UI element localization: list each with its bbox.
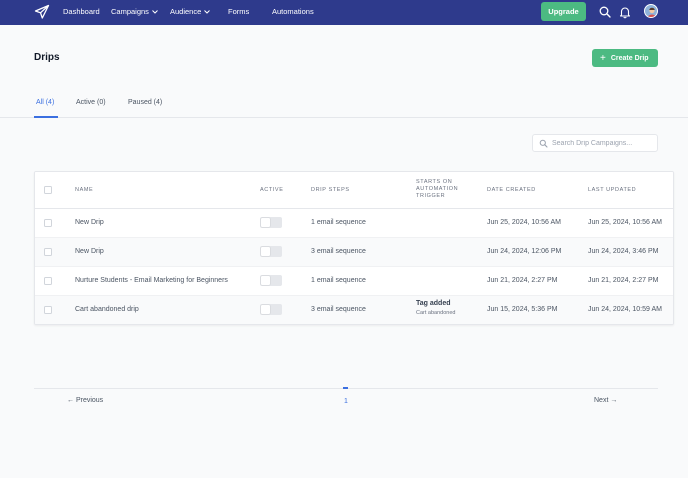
user-avatar-icon <box>645 5 657 17</box>
chevron-down-icon <box>204 1 211 25</box>
active-toggle[interactable] <box>260 246 282 257</box>
tab-all[interactable]: All (4) <box>36 99 54 106</box>
row-checkbox[interactable] <box>44 277 52 285</box>
tab-paused[interactable]: Paused (4) <box>128 99 162 106</box>
toggle-knob <box>261 276 270 285</box>
chevron-down-icon <box>152 1 158 25</box>
drip-steps: 3 email sequence <box>311 248 366 255</box>
search-input[interactable] <box>552 137 652 149</box>
column-header-trigger-line: automation <box>416 186 459 192</box>
drips-table: Name Active Drip Steps Starts on automat… <box>34 171 674 325</box>
nav-item-label: Dashboard <box>63 7 100 16</box>
table-row[interactable]: New Drip 3 email sequence Jun 24, 2024, … <box>35 238 673 267</box>
date-created: Jun 24, 2024, 12:06 PM <box>487 248 562 255</box>
drip-steps: 3 email sequence <box>311 306 366 313</box>
nav-item-automations[interactable]: Automations <box>272 0 314 25</box>
drip-steps: 1 email sequence <box>311 277 366 284</box>
active-toggle[interactable] <box>260 275 282 286</box>
active-toggle[interactable] <box>260 217 282 228</box>
drip-name[interactable]: New Drip <box>75 219 104 226</box>
trigger-detail: Cart abandoned <box>416 310 456 316</box>
previous-page-button[interactable]: ← Previous <box>67 397 103 404</box>
date-created: Jun 25, 2024, 10:56 AM <box>487 219 561 226</box>
search-field[interactable] <box>532 134 658 152</box>
drip-name[interactable]: New Drip <box>75 248 104 255</box>
drip-name[interactable]: Cart abandoned drip <box>75 306 139 313</box>
nav-item-dashboard[interactable]: Dashboard <box>63 0 100 25</box>
tabs-divider <box>0 117 688 118</box>
top-navigation-bar: Dashboard Campaigns Audience Forms Autom… <box>0 0 688 25</box>
nav-item-audience[interactable]: Audience <box>170 0 211 25</box>
row-checkbox[interactable] <box>44 219 52 227</box>
toggle-knob <box>261 305 270 314</box>
table-header: Name Active Drip Steps Starts on automat… <box>35 172 673 209</box>
current-page-indicator <box>343 387 348 389</box>
trigger-type: Tag added <box>416 300 451 307</box>
column-header-date-created: Date Created <box>487 187 536 193</box>
date-created: Jun 21, 2024, 2:27 PM <box>487 277 558 284</box>
column-header-trigger-line: Starts on <box>416 179 453 185</box>
column-header-trigger: Starts on automation trigger <box>416 179 458 200</box>
last-updated: Jun 24, 2024, 3:46 PM <box>588 248 659 255</box>
plus-icon: + <box>600 52 606 64</box>
last-updated: Jun 25, 2024, 10:56 AM <box>588 219 662 226</box>
nav-item-label: Forms <box>228 7 250 16</box>
column-header-drip-steps: Drip Steps <box>311 187 350 193</box>
nav-item-label: Audience <box>170 7 202 16</box>
nav-item-forms[interactable]: Forms <box>228 0 249 25</box>
nav-item-label: Campaigns <box>111 7 149 16</box>
row-checkbox[interactable] <box>44 248 52 256</box>
table-row[interactable]: Cart abandoned drip 3 email sequence Tag… <box>35 296 673 324</box>
search-icon <box>539 139 548 148</box>
active-tab-indicator <box>34 116 58 118</box>
last-updated: Jun 21, 2024, 2:27 PM <box>588 277 659 284</box>
nav-item-label: Automations <box>272 7 314 16</box>
column-header-trigger-line: trigger <box>416 193 446 199</box>
date-created: Jun 15, 2024, 5:36 PM <box>487 306 558 313</box>
create-drip-button[interactable]: + Create Drip <box>592 49 658 67</box>
toggle-knob <box>261 218 270 227</box>
table-row[interactable]: Nurture Students - Email Marketing for B… <box>35 267 673 296</box>
drip-name[interactable]: Nurture Students - Email Marketing for B… <box>75 277 228 284</box>
page-title: Drips <box>34 52 60 63</box>
tab-active[interactable]: Active (0) <box>76 99 106 106</box>
column-header-active: Active <box>260 187 284 193</box>
avatar[interactable] <box>644 4 658 18</box>
last-updated: Jun 24, 2024, 10:59 AM <box>588 306 662 313</box>
search-icon[interactable] <box>598 5 612 19</box>
upgrade-button[interactable]: Upgrade <box>541 2 586 21</box>
bell-icon[interactable] <box>618 5 632 19</box>
column-header-last-updated: Last Updated <box>588 187 637 193</box>
create-drip-label: Create Drip <box>610 55 649 62</box>
select-all-checkbox[interactable] <box>44 186 52 194</box>
nav-item-campaigns[interactable]: Campaigns <box>111 0 158 25</box>
table-row[interactable]: New Drip 1 email sequence Jun 25, 2024, … <box>35 209 673 238</box>
toggle-knob <box>261 247 270 256</box>
page-number-1[interactable]: 1 <box>344 398 348 405</box>
row-checkbox[interactable] <box>44 306 52 314</box>
next-page-button[interactable]: Next → <box>594 397 617 404</box>
drip-steps: 1 email sequence <box>311 219 366 226</box>
column-header-name: Name <box>75 187 94 193</box>
active-toggle[interactable] <box>260 304 282 315</box>
paper-plane-logo-icon[interactable] <box>34 4 50 20</box>
